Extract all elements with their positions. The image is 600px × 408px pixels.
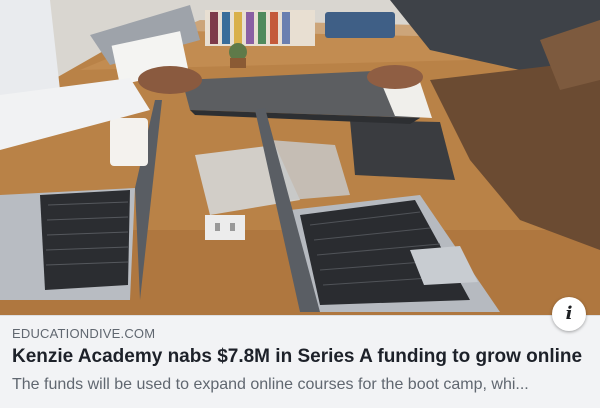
info-icon: i (565, 303, 573, 324)
link-description: The funds will be used to expand online … (12, 376, 529, 393)
link-preview-meta[interactable]: EDUCATIONDIVE.COM Kenzie Academy nabs $7… (0, 315, 600, 408)
link-preview-card[interactable]: i EDUCATIONDIVE.COM Kenzie Academy nabs … (0, 0, 600, 408)
info-button[interactable]: i (552, 297, 586, 331)
link-headline[interactable]: Kenzie Academy nabs $7.8M in Series A fu… (12, 346, 587, 368)
article-image[interactable] (0, 0, 600, 315)
link-domain: EDUCATIONDIVE.COM (12, 326, 156, 341)
